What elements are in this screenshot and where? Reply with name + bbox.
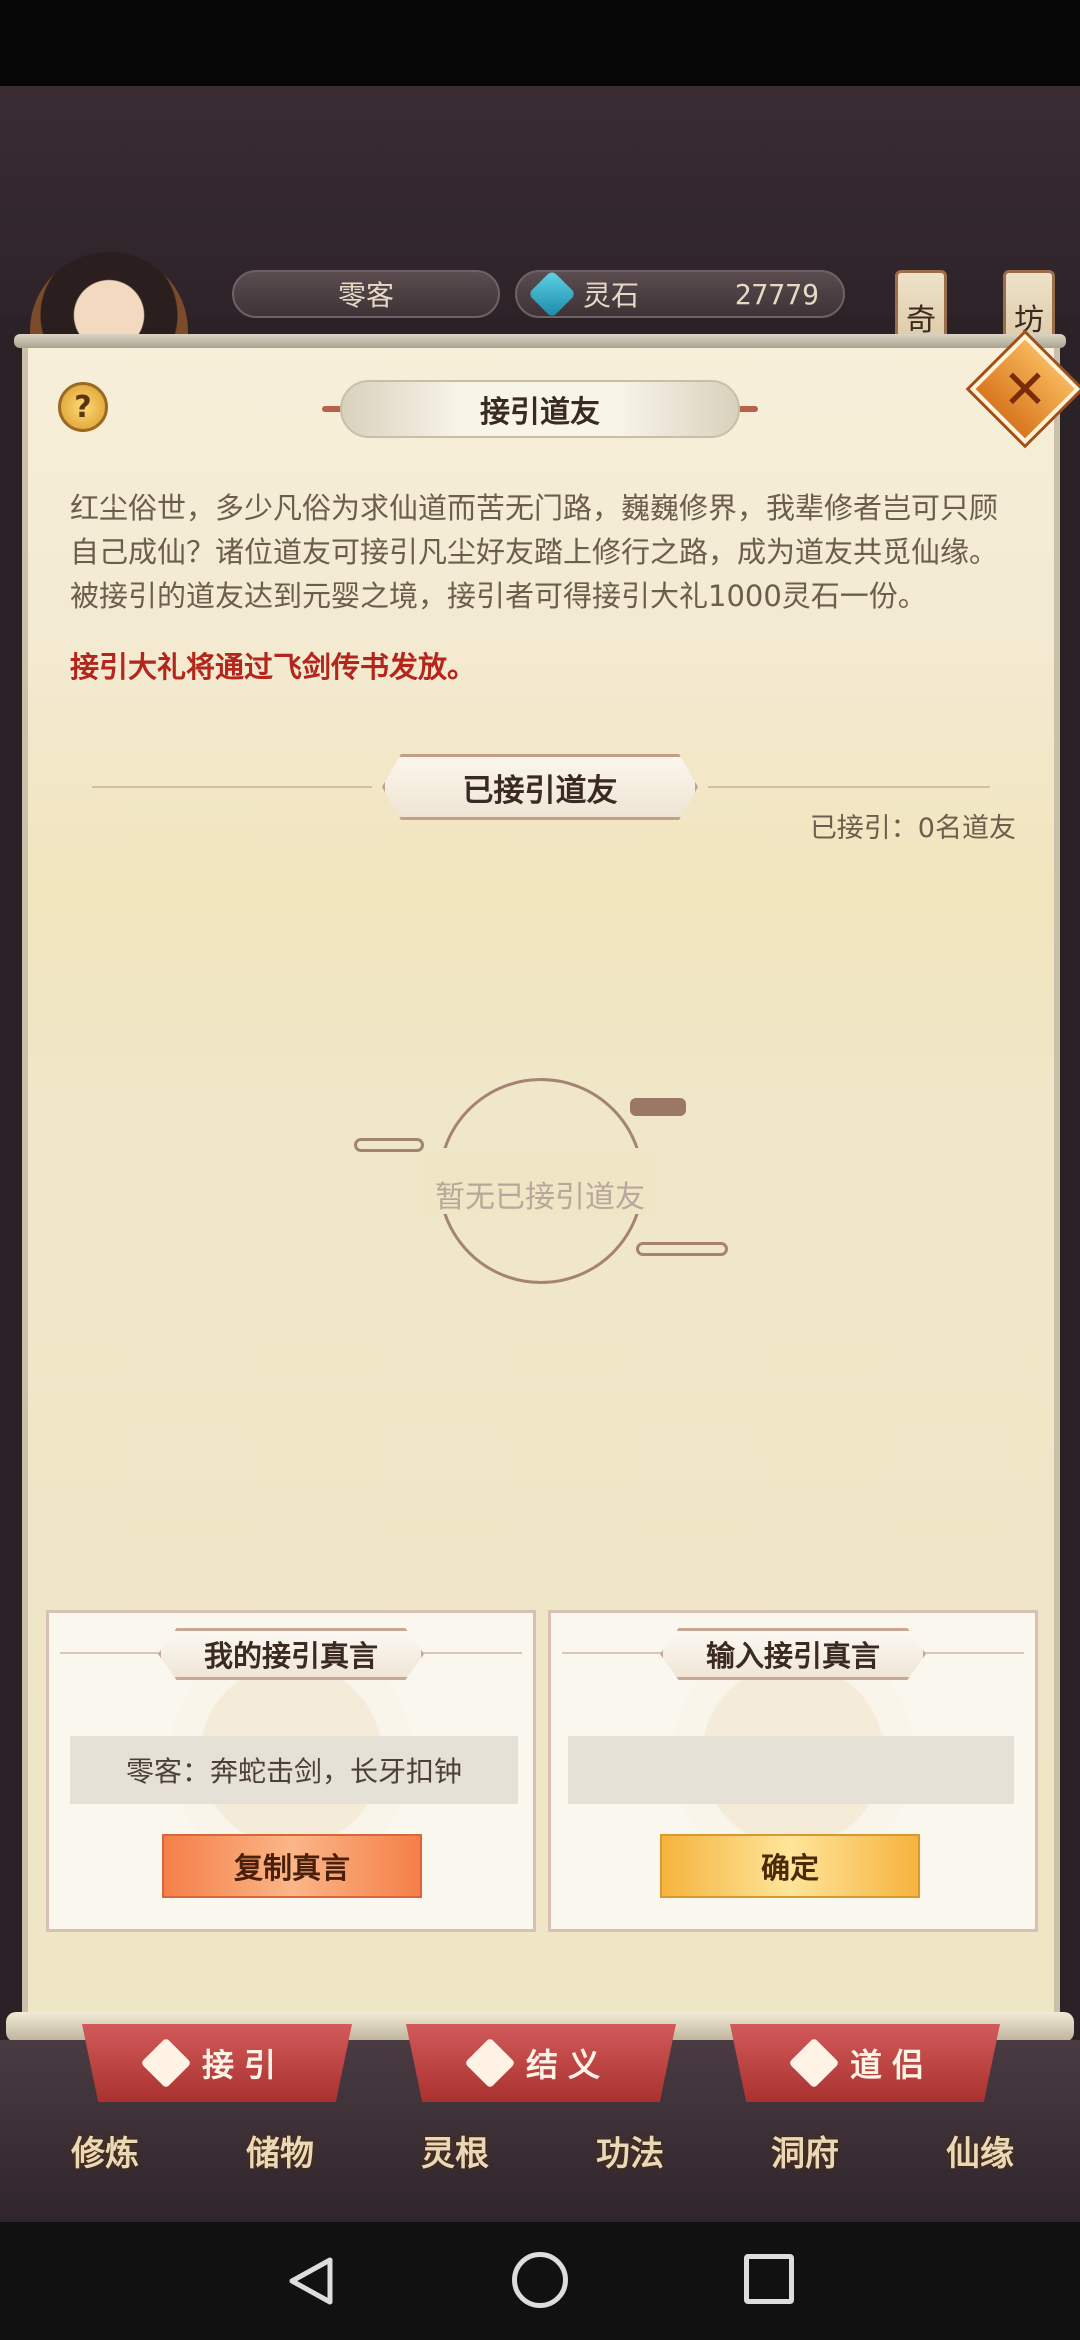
nav-skills[interactable]: 功法 (555, 2126, 705, 2175)
nav-cave[interactable]: 洞府 (730, 2126, 880, 2175)
divider (914, 1652, 1024, 1654)
nav-cultivate[interactable]: 修炼 (30, 2126, 180, 2175)
spirit-stone-display: 灵石 27779 (515, 269, 845, 319)
divider-right (708, 786, 990, 788)
divider (60, 1652, 170, 1654)
my-code-title: 我的接引真言 (158, 1628, 424, 1680)
tab-label: 接引 (201, 2046, 286, 2084)
divider (412, 1652, 522, 1654)
section-title-invited-friends: 已接引道友 (382, 754, 698, 820)
reward-notice: 接引大礼将通过飞剑传书发放。 (70, 650, 477, 684)
nav-spirit-root[interactable]: 灵根 (380, 2126, 530, 2175)
confirm-button[interactable]: 确定 (660, 1834, 920, 1898)
tab-label: 结义 (525, 2046, 610, 2084)
dialog-title: 接引道友 (340, 380, 740, 438)
input-code-title: 输入接引真言 (660, 1628, 926, 1680)
tab-label: 道侣 (849, 2046, 934, 2084)
currency-value: 27779 (734, 277, 819, 311)
nav-fate[interactable]: 仙缘 (905, 2126, 1055, 2175)
help-button[interactable]: ? (58, 382, 108, 432)
sworn-icon (464, 2037, 516, 2089)
intro-text: 红尘俗世，多少凡俗为求仙道而苦无门路，巍巍修界，我辈修者岂可只顾自己成仙？诸位道… (70, 491, 999, 613)
invited-count: 已接引：0名道友 (809, 813, 1016, 844)
spirit-stone-icon (527, 269, 577, 319)
my-code-value: 零客：奔蛇击剑，长牙扣钟 (70, 1736, 518, 1804)
question-icon: ? (74, 389, 92, 425)
recent-apps-icon[interactable] (744, 2254, 794, 2304)
divider-left (92, 786, 372, 788)
player-name: 零客 (232, 270, 500, 318)
nav-storage[interactable]: 储物 (205, 2126, 355, 2175)
status-bar (0, 0, 1080, 86)
close-icon[interactable]: ✕ (986, 350, 1064, 428)
divider (562, 1652, 672, 1654)
empty-state-text: 暂无已接引道友 (435, 1180, 645, 1215)
cloud-ornament-icon (630, 1098, 686, 1116)
back-icon[interactable] (284, 2254, 338, 2308)
scroll-top-rod (14, 334, 1066, 348)
invite-icon (140, 2037, 192, 2089)
copy-code-button[interactable]: 复制真言 (162, 1834, 422, 1898)
invite-code-input[interactable] (568, 1736, 1014, 1804)
tab-partner[interactable]: 道侣 (730, 2024, 1000, 2102)
cloud-ornament-icon (354, 1138, 424, 1152)
currency-label: 灵石 (583, 279, 640, 312)
tab-invite[interactable]: 接引 (82, 2024, 352, 2102)
cloud-ornament-icon (636, 1242, 728, 1256)
partner-icon (788, 2037, 840, 2089)
home-icon[interactable] (512, 2252, 568, 2308)
tab-sworn[interactable]: 结义 (406, 2024, 676, 2102)
